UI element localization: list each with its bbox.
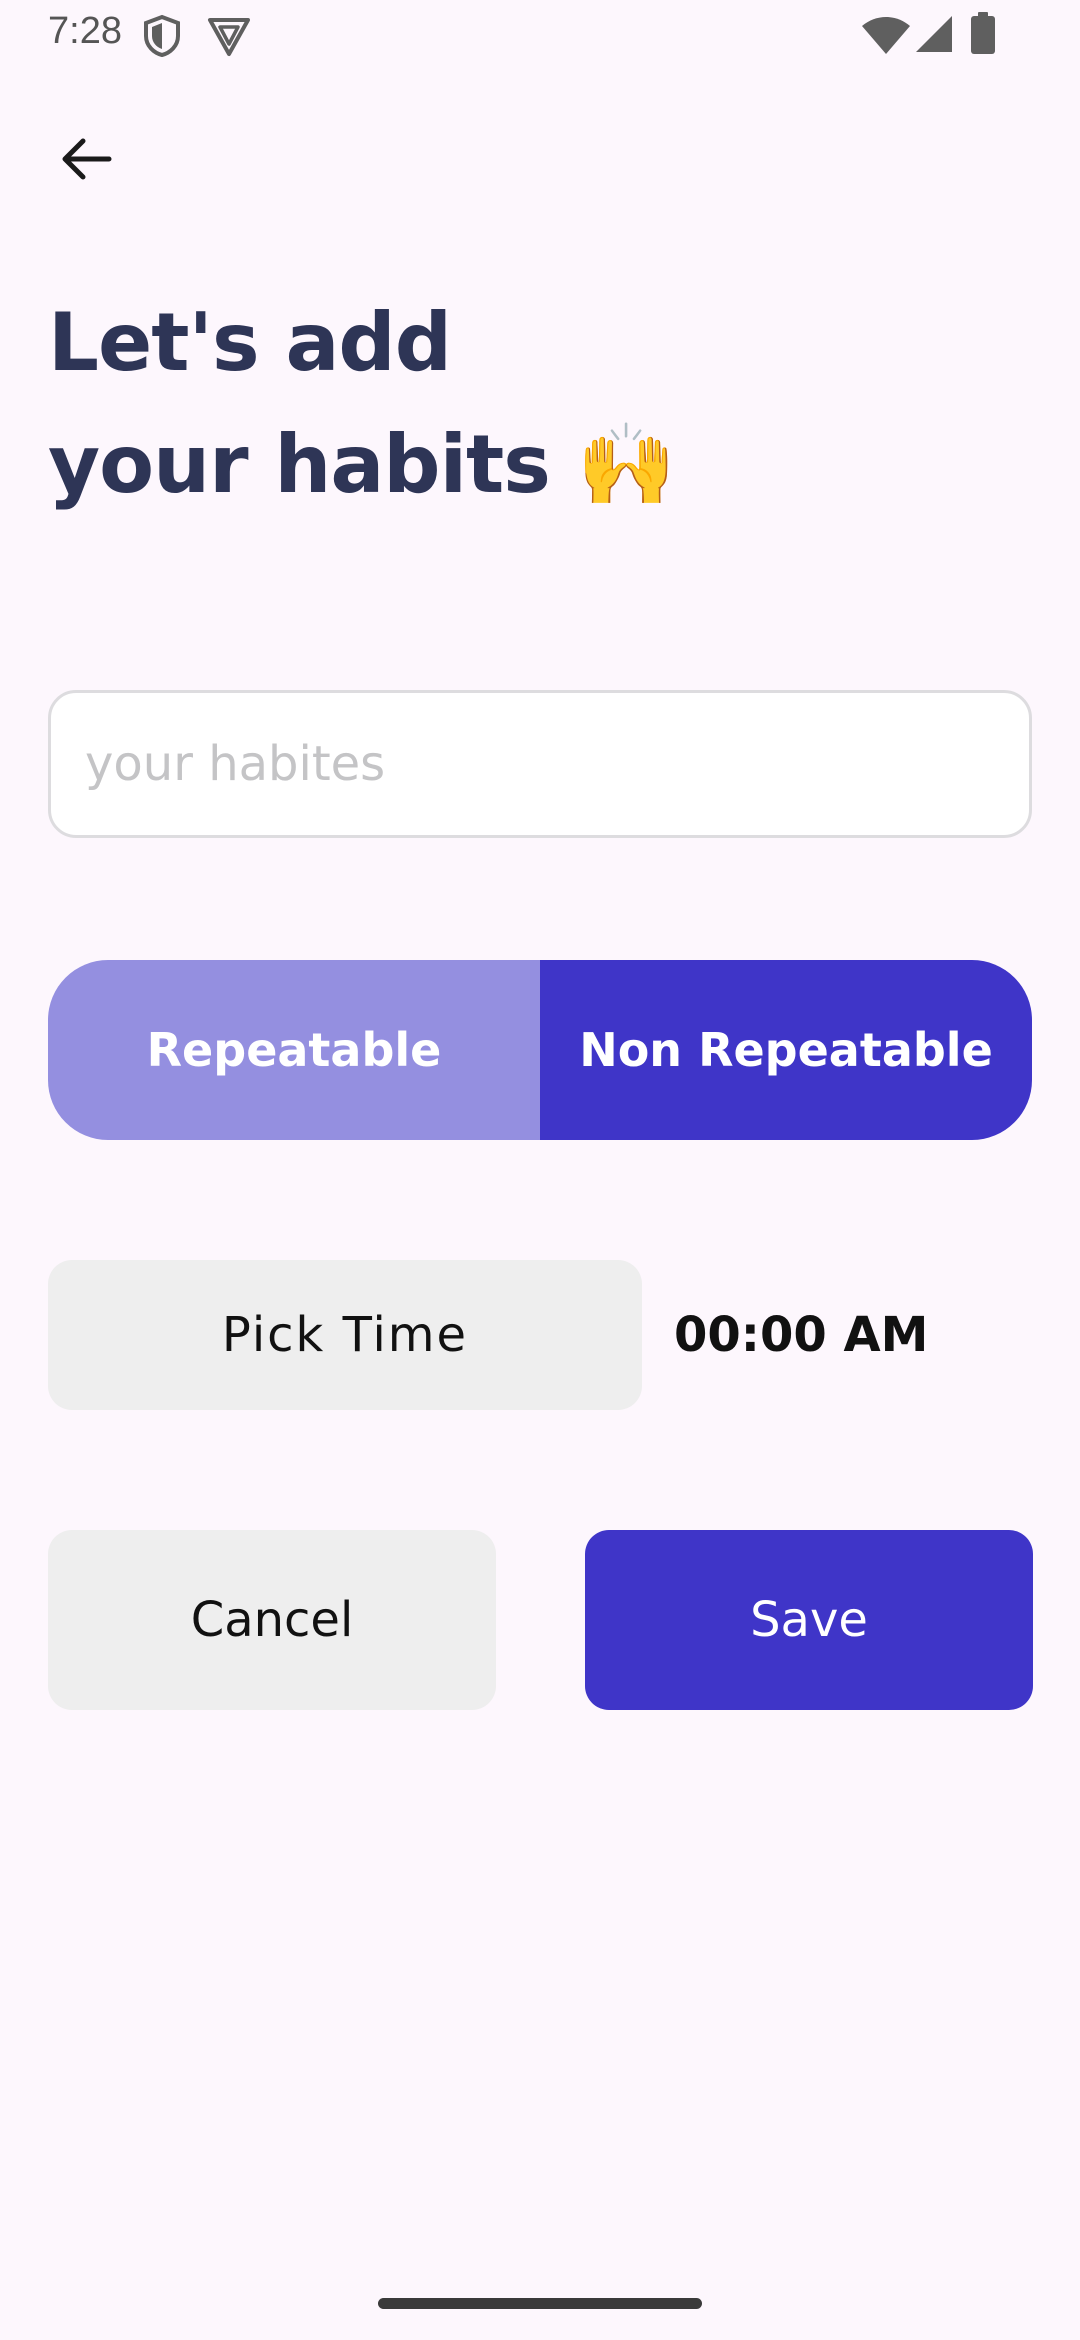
shield-icon bbox=[142, 14, 182, 63]
arrow-left-icon bbox=[57, 135, 113, 188]
status-bar: 7:28 bbox=[0, 0, 1080, 72]
repeatable-option-label: Repeatable bbox=[146, 1023, 442, 1077]
pick-time-button[interactable]: Pick Time bbox=[48, 1260, 642, 1410]
pick-time-label: Pick Time bbox=[221, 1307, 469, 1363]
non-repeatable-option-label: Non Repeatable bbox=[579, 1023, 993, 1077]
page-title: Let's add your habits 🙌 bbox=[48, 282, 948, 526]
cellular-signal-icon bbox=[914, 14, 954, 59]
selected-time-value: 00:00 AM bbox=[674, 1307, 929, 1363]
habit-name-input[interactable] bbox=[48, 690, 1032, 838]
cancel-button[interactable]: Cancel bbox=[48, 1530, 496, 1710]
repeatable-option[interactable]: Repeatable bbox=[48, 960, 540, 1140]
save-button[interactable]: Save bbox=[585, 1530, 1033, 1710]
wifi-icon bbox=[860, 16, 912, 61]
page-title-line-2: your habits 🙌 bbox=[48, 418, 676, 511]
habit-type-toggle: Repeatable Non Repeatable bbox=[48, 960, 1032, 1140]
battery-icon bbox=[970, 12, 996, 61]
non-repeatable-option[interactable]: Non Repeatable bbox=[540, 960, 1032, 1140]
back-button[interactable] bbox=[40, 116, 130, 206]
save-button-label: Save bbox=[750, 1592, 868, 1648]
home-indicator[interactable] bbox=[378, 2298, 702, 2309]
vpn-icon bbox=[206, 14, 252, 63]
cancel-button-label: Cancel bbox=[190, 1592, 354, 1648]
status-time: 7:28 bbox=[48, 10, 122, 52]
page-title-line-1: Let's add bbox=[48, 296, 452, 389]
